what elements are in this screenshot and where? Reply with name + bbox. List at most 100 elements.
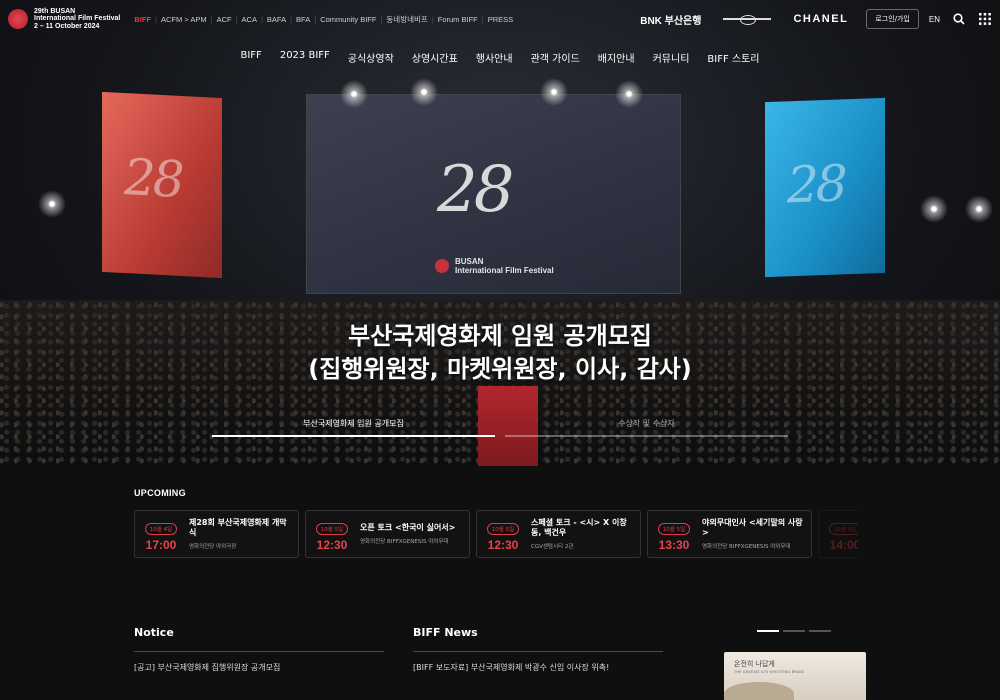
topnav-bafa[interactable]: BAFA xyxy=(263,15,290,24)
screen-brand-line1: BUSAN xyxy=(455,257,484,266)
hero-slide-tabs: 부산국제영화제 임원 공개모집 수상작 및 수상자 xyxy=(212,418,788,437)
event-title: 제28회 부산국제영화제 개막식 xyxy=(189,518,287,537)
topnav-bfa[interactable]: BFA xyxy=(292,15,314,24)
hero-title-line1: 부산국제영화제 임원 공개모집 xyxy=(348,322,652,350)
news-heading[interactable]: BIFF News xyxy=(413,626,663,652)
pager-dot-3[interactable] xyxy=(809,630,831,632)
event-title: 스페셜 토크 - <시> X 이창동, 백건우 xyxy=(531,518,627,537)
main-nav: BIFF 2023 BIFF 공식상영작 상영시간표 행사안내 관객 가이드 배… xyxy=(0,50,1000,65)
event-title: 오픈 토크 <한국이 싫어서> xyxy=(360,523,456,532)
pager-dot-2[interactable] xyxy=(783,630,805,632)
logo-line2: International Film Festival xyxy=(34,15,121,23)
event-venue: CGV센텀시티 2관 xyxy=(531,544,574,550)
logo-line3: 2 – 11 October 2024 xyxy=(34,22,100,30)
screen-brand: BUSAN International Film Festival xyxy=(435,257,554,275)
login-button[interactable]: 로그인/가입 xyxy=(866,9,919,29)
event-card[interactable]: 10월 5일 12:30 오픈 토크 <한국이 싫어서> 영화의전당 BIFFX… xyxy=(305,510,470,558)
stage-light-icon xyxy=(410,78,438,106)
event-card[interactable]: 10월 4일 17:00 제28회 부산국제영화제 개막식 영화의전당 야외극장 xyxy=(134,510,299,558)
mainnav-story[interactable]: BIFF 스토리 xyxy=(707,50,759,65)
notice-heading[interactable]: Notice xyxy=(134,626,384,652)
stage-light-icon xyxy=(540,78,568,106)
stage-light-icon xyxy=(965,195,993,223)
language-toggle[interactable]: EN xyxy=(929,15,940,24)
topnav-press[interactable]: PRESS xyxy=(484,15,517,24)
event-time: 17:00 xyxy=(145,538,177,552)
mainnav-biff[interactable]: BIFF xyxy=(241,50,262,65)
promo-title: 온전히 나답게 xyxy=(734,660,775,668)
event-venue: 영화의전당 야외극장 xyxy=(189,544,237,550)
event-card[interactable]: 10월 5일 14:00 xyxy=(818,510,858,558)
topnav-acfm[interactable]: ACFM > APM xyxy=(157,15,211,24)
screen-logo: 28 xyxy=(437,153,514,227)
promo-pager xyxy=(757,630,831,632)
mainnav-2023-biff[interactable]: 2023 BIFF xyxy=(280,50,330,65)
slide-progress-bar xyxy=(212,435,495,437)
event-card[interactable]: 10월 5일 13:30 야외무대인사 <세기말의 사랑> 영화의전당 BIFF… xyxy=(647,510,812,558)
upcoming-carousel: 10월 4일 17:00 제28회 부산국제영화제 개막식 영화의전당 야외극장… xyxy=(134,510,858,559)
biff-emblem-icon xyxy=(435,259,449,273)
event-date-badge: 10월 5일 xyxy=(828,523,858,535)
event-date-badge: 10월 5일 xyxy=(486,523,520,535)
event-date-badge: 10월 5일 xyxy=(315,523,349,535)
topnav-biff[interactable]: BIFF xyxy=(130,15,155,24)
event-time: 14:00 xyxy=(829,538,858,552)
mainnav-badge[interactable]: 배지안내 xyxy=(598,50,635,65)
slide-tab-label: 부산국제영화제 임원 공개모집 xyxy=(303,419,404,428)
slide-tab-2[interactable]: 수상작 및 수상자 xyxy=(505,418,788,437)
hero-section: 28 28 28 BUSAN International Film Festiv… xyxy=(0,0,1000,466)
slide-tab-1[interactable]: 부산국제영화제 임원 공개모집 xyxy=(212,418,495,437)
event-venue: 영화의전당 BIFFXGENESIS 야외무대 xyxy=(360,539,449,545)
notice-item[interactable]: [공고] 부산국제영화제 집행위원장 공개모집 xyxy=(134,662,384,673)
event-title: 야외무대인사 <세기말의 사랑> xyxy=(702,518,803,537)
sponsor-logos: BNK 부산은행 CHANEL xyxy=(640,12,848,27)
topnav-acf[interactable]: ACF xyxy=(213,15,236,24)
topnav-community-biff[interactable]: Community BIFF xyxy=(316,15,380,24)
event-date-badge: 10월 5일 xyxy=(657,523,691,535)
chanel-logo[interactable]: CHANEL xyxy=(793,13,848,25)
promo-banner[interactable]: 온전히 나답게 THE GENESIS G70 SHOOTING BRAKE xyxy=(724,652,866,700)
biff-logo-icon xyxy=(8,9,28,29)
hero-title-line2: (집행위원장, 마켓위원장, 이사, 감사) xyxy=(308,355,692,383)
event-time: 13:30 xyxy=(658,538,690,552)
banner-left-logo: 28 xyxy=(124,148,182,210)
pager-dot-1[interactable] xyxy=(757,630,779,632)
banner-right-logo: 28 xyxy=(787,154,845,215)
event-time: 12:30 xyxy=(316,538,348,552)
stage-light-icon xyxy=(38,190,66,218)
grid-menu-icon[interactable] xyxy=(978,12,992,26)
topnav-aca[interactable]: ACA xyxy=(238,15,261,24)
hero-banner-right: 28 xyxy=(765,97,885,278)
stage-light-icon xyxy=(340,80,368,108)
mainnav-official-selection[interactable]: 공식상영작 xyxy=(348,50,394,65)
topnav-dongne[interactable]: 동네방네비프 xyxy=(382,14,431,25)
bnk-logo[interactable]: BNK 부산은행 xyxy=(640,12,701,27)
site-family-nav: BIFF | ACFM > APM | ACF | ACA | BAFA | B… xyxy=(130,14,517,25)
upcoming-heading: UPCOMING xyxy=(134,488,186,498)
mainnav-schedule[interactable]: 상영시간표 xyxy=(412,50,458,65)
mainnav-community[interactable]: 커뮤니티 xyxy=(653,50,690,65)
screen-brand-line2: International Film Festival xyxy=(455,266,554,275)
logo-line1: 29th BUSAN xyxy=(34,7,76,15)
hero-stage-screen: 28 BUSAN International Film Festival xyxy=(306,94,681,294)
event-time: 12:30 xyxy=(487,538,519,552)
news-item[interactable]: [BIFF 보도자료] 부산국제영화제 박광수 신임 이사장 위촉! xyxy=(413,662,663,673)
event-date-badge: 10월 4일 xyxy=(144,523,178,535)
event-venue: 영화의전당 BIFFXGENESIS 야외무대 xyxy=(702,544,791,550)
event-card[interactable]: 10월 5일 12:30 스페셜 토크 - <시> X 이창동, 백건우 CGV… xyxy=(476,510,641,558)
festival-logo[interactable]: 29th BUSAN International Film Festival 2… xyxy=(8,8,120,31)
notice-section: Notice [공고] 부산국제영화제 집행위원장 공개모집 xyxy=(134,626,384,673)
mainnav-guide[interactable]: 관객 가이드 xyxy=(531,50,580,65)
stage-light-icon xyxy=(920,195,948,223)
news-section: BIFF News [BIFF 보도자료] 부산국제영화제 박광수 신임 이사장… xyxy=(413,626,663,673)
top-bar: 29th BUSAN International Film Festival 2… xyxy=(0,0,1000,38)
hero-title[interactable]: 부산국제영화제 임원 공개모집 (집행위원장, 마켓위원장, 이사, 감사) xyxy=(0,320,1000,386)
search-icon[interactable] xyxy=(952,12,966,26)
promo-subtitle: THE GENESIS G70 SHOOTING BRAKE xyxy=(734,670,805,674)
mainnav-events[interactable]: 행사안내 xyxy=(476,50,513,65)
slide-progress-bar xyxy=(505,435,788,437)
promo-car-image xyxy=(724,682,794,700)
topnav-forum-biff[interactable]: Forum BIFF xyxy=(434,15,482,24)
genesis-logo-icon[interactable] xyxy=(723,14,772,25)
slide-tab-label: 수상작 및 수상자 xyxy=(618,419,675,428)
